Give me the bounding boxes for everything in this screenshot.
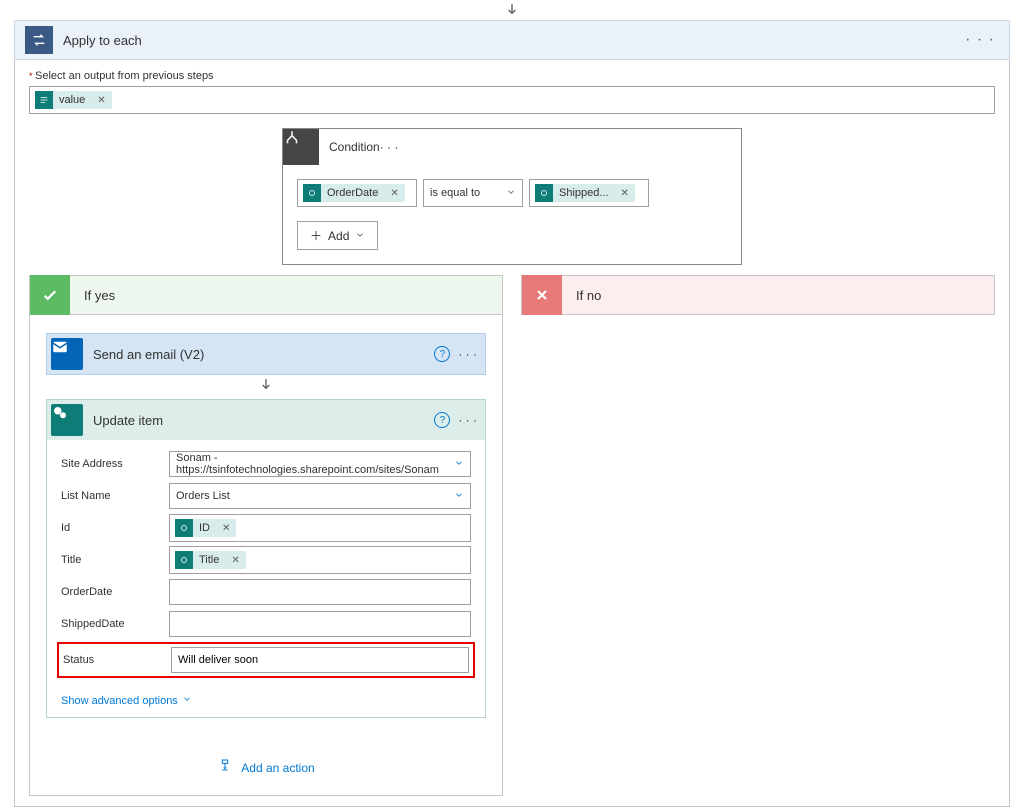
status-label: Status (63, 654, 163, 666)
orderdate-token[interactable]: OrderDate ✕ (303, 184, 405, 202)
chevron-down-icon (454, 458, 464, 471)
title-token[interactable]: Title ✕ (175, 551, 246, 569)
condition-operator-select[interactable]: is equal to (423, 179, 523, 207)
update-menu-button[interactable]: · · · (458, 413, 477, 427)
shippeddate-label: ShippedDate (61, 618, 161, 630)
id-input[interactable]: ID ✕ (169, 514, 471, 542)
id-label: Id (61, 522, 161, 534)
send-email-card: Send an email (V2) ? · · · (46, 333, 486, 375)
help-icon[interactable]: ? (434, 412, 450, 428)
chevron-down-icon (182, 694, 192, 707)
token-icon (175, 519, 193, 537)
list-label: List Name (61, 490, 161, 502)
title-label: Title (61, 554, 161, 566)
if-no-header[interactable]: If no (521, 275, 995, 315)
add-condition-button[interactable]: ＋ Add (297, 221, 378, 250)
output-token-input[interactable]: value ✕ (29, 86, 995, 114)
title-input[interactable]: Title ✕ (169, 546, 471, 574)
add-action-button[interactable]: Add an action (46, 758, 486, 777)
sharepoint-icon (51, 404, 83, 436)
loop-icon (25, 26, 53, 54)
output-label: Select an output from previous steps (29, 70, 995, 82)
token-icon (175, 551, 193, 569)
remove-token-icon[interactable]: ✕ (216, 523, 236, 534)
status-input[interactable] (171, 647, 469, 673)
id-token[interactable]: ID ✕ (175, 519, 236, 537)
condition-icon (283, 129, 319, 165)
outlook-icon (51, 338, 83, 370)
orderdate-label: OrderDate (61, 586, 161, 598)
email-title: Send an email (V2) (93, 347, 434, 362)
condition-right-input[interactable]: Shipped... ✕ (529, 179, 649, 207)
condition-menu-button[interactable]: · · · (380, 140, 399, 154)
check-icon (30, 275, 70, 315)
apply-menu-button[interactable]: · · · (961, 31, 999, 49)
help-icon[interactable]: ? (434, 346, 450, 362)
token-icon (303, 184, 321, 202)
shipped-token[interactable]: Shipped... ✕ (535, 184, 635, 202)
apply-title: Apply to each (63, 33, 961, 48)
if-yes-header[interactable]: If yes (29, 275, 503, 315)
remove-token-icon[interactable]: ✕ (384, 188, 404, 199)
apply-to-each-header[interactable]: Apply to each · · · (14, 20, 1010, 60)
show-advanced-link[interactable]: Show advanced options (61, 694, 192, 707)
chevron-down-icon (355, 229, 365, 243)
send-email-header[interactable]: Send an email (V2) ? · · · (47, 334, 485, 374)
site-address-select[interactable]: Sonam - https://tsinfotechnologies.share… (169, 451, 471, 477)
update-item-header[interactable]: Update item ? · · · (47, 400, 485, 440)
orderdate-input[interactable] (169, 579, 471, 605)
chevron-down-icon (506, 187, 516, 200)
update-item-card: Update item ? · · · Site Address Sonam -… (46, 399, 486, 718)
condition-left-input[interactable]: OrderDate ✕ (297, 179, 417, 207)
connector-arrow (500, 0, 524, 20)
plus-icon: ＋ (310, 227, 322, 244)
email-menu-button[interactable]: · · · (458, 347, 477, 361)
token-icon (35, 91, 53, 109)
remove-token-icon[interactable]: ✕ (225, 555, 245, 566)
chevron-down-icon (454, 490, 464, 503)
connector-arrow (254, 375, 278, 395)
condition-title: Condition (329, 140, 380, 154)
update-title: Update item (93, 413, 434, 428)
close-icon (522, 275, 562, 315)
shippeddate-input[interactable] (169, 611, 471, 637)
site-label: Site Address (61, 458, 161, 470)
token-icon (535, 184, 553, 202)
condition-header[interactable]: Condition · · · (283, 129, 741, 165)
add-action-icon (217, 758, 233, 777)
remove-token-icon[interactable]: ✕ (91, 95, 111, 106)
remove-token-icon[interactable]: ✕ (615, 188, 635, 199)
list-name-select[interactable]: Orders List (169, 483, 471, 509)
value-token[interactable]: value ✕ (35, 91, 112, 109)
condition-card: Condition · · · OrderDate ✕ is equal to (282, 128, 742, 265)
